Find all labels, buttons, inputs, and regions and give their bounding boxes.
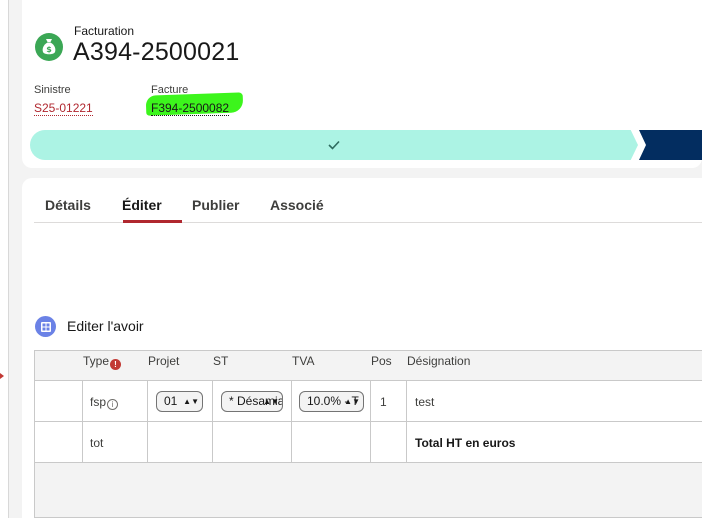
section-title: Editer l'avoir — [67, 318, 144, 334]
select-arrows-icon: ▲▼ — [344, 397, 360, 406]
tva-select[interactable]: 10.0% - T ▲▼ — [299, 391, 364, 412]
tab-publier[interactable]: Publier — [192, 197, 239, 213]
table-row: tot Total HT en euros — [35, 422, 702, 463]
header-designation: Désignation — [407, 354, 471, 368]
path-bar — [22, 122, 702, 174]
left-edge-panel — [0, 0, 9, 518]
avoir-table: Type! Projet ST TVA Pos Désignation fsp i… — [34, 350, 702, 518]
object-type-label: Facturation — [74, 24, 135, 38]
header-tva: TVA — [292, 354, 315, 368]
designation-cell[interactable]: test — [415, 395, 434, 409]
pos-cell[interactable]: 1 — [380, 395, 387, 409]
header-pos: Pos — [371, 354, 392, 368]
path-step-current[interactable] — [639, 130, 702, 160]
table-header: Type! Projet ST TVA Pos Désignation — [35, 351, 702, 381]
table-row: fsp i 01 ▲▼ * Désamia ▲▼ 10.0% - T ▲▼ 1 test — [35, 381, 702, 422]
required-badge: ! — [110, 359, 122, 370]
record-title: A394-2500021 — [73, 38, 240, 66]
grid-calculator-icon — [35, 316, 56, 337]
header-type: Type! — [83, 354, 122, 370]
svg-text:$: $ — [46, 45, 52, 54]
path-container — [22, 122, 702, 168]
tab-bar: Détails Éditer Publier Associé — [34, 178, 702, 223]
active-tab-indicator — [123, 220, 182, 223]
tabs-card: Détails Éditer Publier Associé Editer l'… — [22, 178, 702, 518]
path-step-complete[interactable] — [30, 130, 638, 160]
money-bag-icon: $ — [35, 33, 63, 61]
tab-editer[interactable]: Éditer — [122, 197, 162, 213]
tab-details[interactable]: Détails — [45, 197, 91, 213]
type-cell: tot — [90, 436, 104, 450]
header-projet: Projet — [148, 354, 180, 368]
sinistre-label: Sinistre — [34, 84, 71, 96]
collapse-arrow-icon[interactable] — [0, 373, 4, 379]
header-st: ST — [213, 354, 229, 368]
projet-select[interactable]: 01 ▲▼ — [156, 391, 203, 412]
select-arrows-icon: ▲▼ — [263, 397, 279, 406]
select-arrows-icon: ▲▼ — [183, 397, 199, 406]
tab-associe[interactable]: Associé — [270, 197, 324, 213]
designation-total-cell: Total HT en euros — [415, 436, 516, 450]
sinistre-link[interactable]: S25-01221 — [34, 102, 93, 116]
type-cell: fsp i — [90, 395, 119, 410]
info-icon[interactable]: i — [107, 399, 119, 410]
checkmark-icon — [328, 140, 340, 150]
facture-link[interactable]: F394-2500082 — [151, 102, 230, 116]
st-select[interactable]: * Désamia ▲▼ — [221, 391, 283, 412]
